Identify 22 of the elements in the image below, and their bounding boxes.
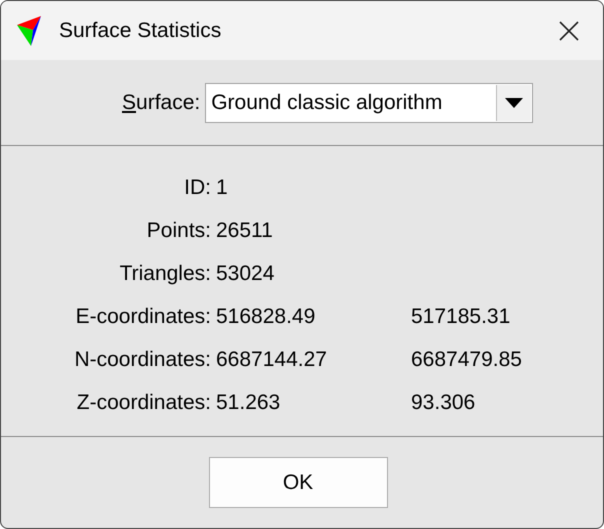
stat-value: 517185.31	[410, 304, 512, 328]
surface-dropdown[interactable]: Ground classic algorithm	[205, 82, 534, 122]
window-title: Surface Statistics	[59, 18, 222, 42]
surface-label: Surface:	[122, 90, 200, 114]
stat-label: N-coordinates:	[73, 348, 211, 372]
close-icon[interactable]	[559, 20, 579, 40]
stat-value: 53024	[215, 262, 276, 286]
stat-value: 6687479.85	[410, 348, 523, 372]
stat-value: 516828.49	[215, 304, 316, 328]
stat-value: 1	[215, 176, 229, 200]
ok-button[interactable]: OK	[208, 457, 388, 508]
stat-label: Triangles:	[118, 262, 211, 286]
app-icon	[17, 16, 41, 46]
stat-label: Z-coordinates:	[76, 390, 211, 414]
dropdown-arrow-icon	[505, 98, 524, 108]
stat-value: 51.263	[215, 390, 282, 414]
stat-label: ID:	[183, 176, 211, 200]
stat-value: 6687144.27	[215, 348, 328, 372]
stat-value: 26511	[215, 218, 274, 242]
stat-label: E-coordinates:	[74, 304, 211, 328]
stat-value: 93.306	[410, 390, 476, 414]
stat-label: Points:	[146, 218, 211, 242]
